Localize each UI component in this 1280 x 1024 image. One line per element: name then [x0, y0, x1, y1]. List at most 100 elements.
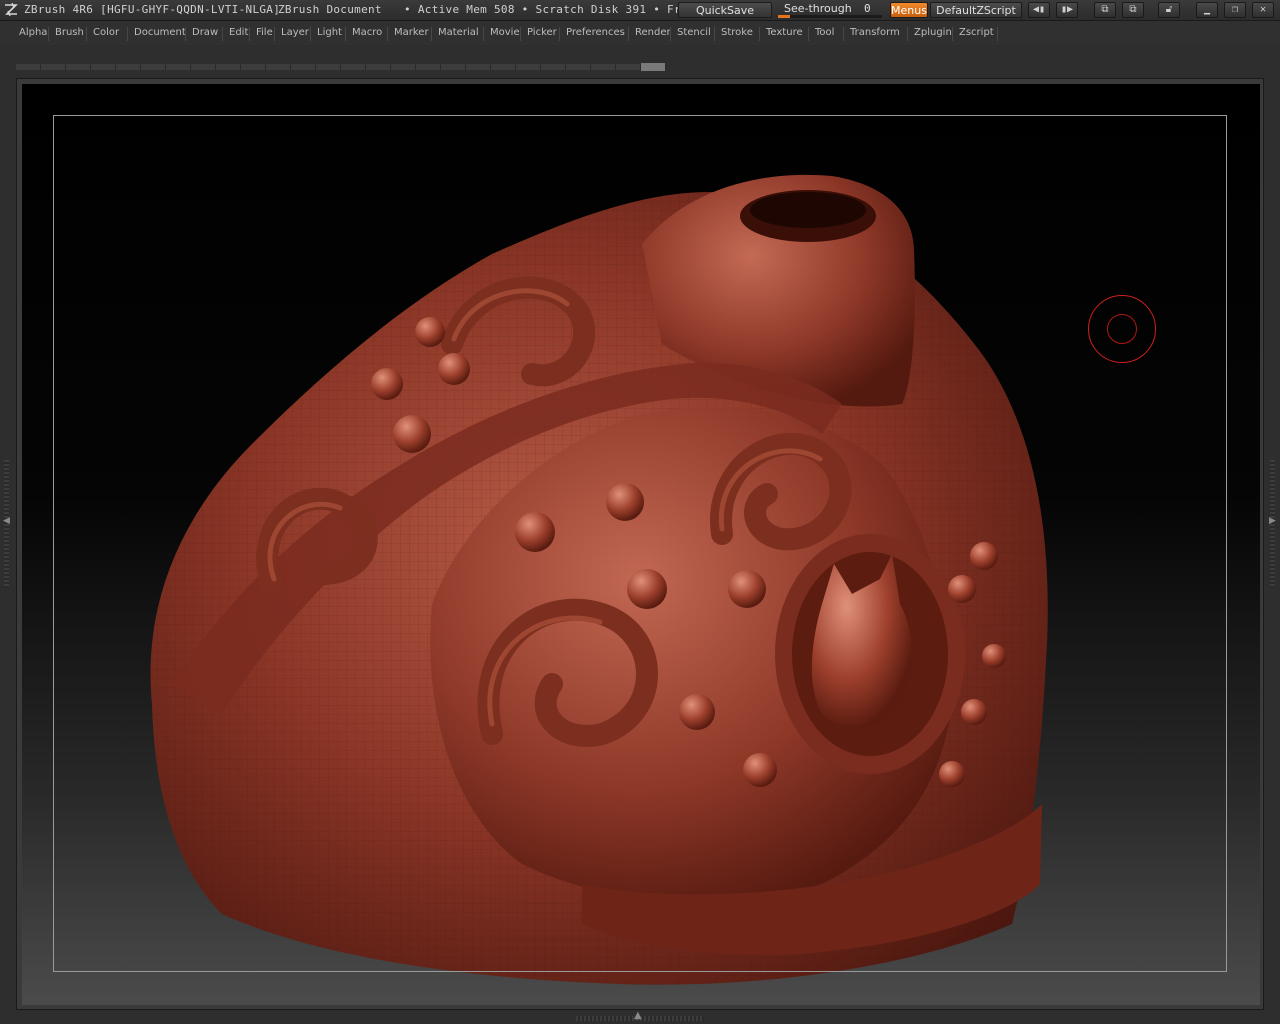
close-icon[interactable]: ✕	[1252, 2, 1274, 18]
menu-picker[interactable]: Picker	[524, 25, 560, 41]
menu-draw[interactable]: Draw	[189, 25, 221, 41]
stud	[371, 368, 403, 400]
top-shelf-strip[interactable]	[16, 62, 666, 72]
menu-bar: Alpha Brush Color Document Draw Edit Fil…	[0, 21, 1280, 45]
layout-large-icon[interactable]: ⧉	[1122, 2, 1144, 18]
draw-size-circle-icon	[1088, 295, 1156, 363]
menus-toggle-button[interactable]: Menus	[890, 2, 928, 18]
layout-small-icon[interactable]: ⧉	[1094, 2, 1116, 18]
menu-separator	[345, 27, 346, 41]
right-tray-handle[interactable]: ▶	[1268, 460, 1278, 588]
menu-separator	[222, 27, 223, 41]
menu-separator	[520, 27, 521, 41]
focal-shift-circle	[1107, 314, 1137, 344]
restore-icon[interactable]: ❐	[1224, 2, 1246, 18]
shelf-segment	[291, 64, 316, 70]
menu-color[interactable]: Color	[90, 25, 122, 41]
shelf-segment	[66, 64, 91, 70]
shelf-segment	[466, 64, 491, 70]
menu-macro[interactable]: Macro	[349, 25, 385, 41]
see-through-label: See-through	[784, 2, 852, 15]
title-bar: ZBrush 4R6 [HGFU-GHYF-QQDN-LVTI-NLGA] ZB…	[0, 0, 1280, 21]
menu-alpha[interactable]: Alpha	[16, 25, 50, 41]
menu-layer[interactable]: Layer	[278, 25, 312, 41]
shelf-segment	[191, 64, 216, 70]
shelf-segment	[216, 64, 241, 70]
shelf-segment	[316, 64, 341, 70]
shelf-segment	[116, 64, 141, 70]
menu-separator	[185, 27, 186, 41]
menu-separator	[907, 27, 908, 41]
menu-stencil[interactable]: Stencil	[674, 25, 714, 41]
document-title: ZBrush Document	[278, 3, 382, 16]
dock-right-icon[interactable]: ▮▶	[1056, 2, 1078, 18]
shelf-segment	[416, 64, 441, 70]
shelf-segment	[16, 64, 41, 70]
shelf-segment	[516, 64, 541, 70]
menu-separator	[952, 27, 953, 41]
stud	[982, 644, 1006, 668]
menu-marker[interactable]: Marker	[391, 25, 432, 41]
menu-separator	[274, 27, 275, 41]
menu-texture[interactable]: Texture	[763, 25, 806, 41]
menu-file[interactable]: File	[253, 25, 276, 41]
shelf-segment	[241, 64, 266, 70]
menu-movie[interactable]: Movie	[487, 25, 523, 41]
minimize-icon[interactable]: ▁	[1196, 2, 1218, 18]
default-zscript-button[interactable]: DefaultZScript	[930, 2, 1022, 18]
menu-material[interactable]: Material	[435, 25, 482, 41]
menu-separator	[387, 27, 388, 41]
menu-separator	[559, 27, 560, 41]
dock-left-icon[interactable]: ◀▮	[1028, 2, 1050, 18]
shelf-segment	[491, 64, 516, 70]
shelf-segment	[541, 64, 566, 70]
menu-brush[interactable]: Brush	[52, 25, 87, 41]
shelf-segment	[441, 64, 466, 70]
menu-render[interactable]: Render	[632, 25, 674, 41]
menu-preferences[interactable]: Preferences	[563, 25, 628, 41]
menu-light[interactable]: Light	[314, 25, 345, 41]
menu-zscript[interactable]: Zscript	[956, 25, 997, 41]
shelf-segment	[166, 64, 191, 70]
menu-separator	[127, 27, 128, 41]
menu-separator	[997, 27, 998, 41]
menu-transform[interactable]: Transform	[847, 25, 903, 41]
stud	[515, 512, 555, 552]
stud	[743, 753, 777, 787]
menu-separator	[670, 27, 671, 41]
expand-up-icon: ▲	[634, 1010, 642, 1021]
lock-icon[interactable]: 🔓︎	[1158, 2, 1180, 18]
shelf-scroll-knob[interactable]	[641, 63, 665, 71]
menu-separator	[48, 27, 49, 41]
zbrush-window: ZBrush 4R6 [HGFU-GHYF-QQDN-LVTI-NLGA] ZB…	[0, 0, 1280, 1024]
quicksave-button[interactable]: QuickSave	[678, 2, 772, 18]
shelf-segment	[341, 64, 366, 70]
stud	[393, 415, 431, 453]
shelf-segment	[41, 64, 66, 70]
shelf-segment	[391, 64, 416, 70]
app-title: ZBrush 4R6 [HGFU-GHYF-QQDN-LVTI-NLGA]	[24, 3, 281, 16]
left-tray-handle[interactable]: ◀	[2, 460, 12, 588]
menu-separator	[483, 27, 484, 41]
shelf-segment	[566, 64, 591, 70]
menu-separator	[431, 27, 432, 41]
bottom-tray-handle[interactable]: ▲	[576, 1010, 704, 1023]
menu-document[interactable]: Document	[131, 25, 189, 41]
memory-status: • Active Mem 508 • Scratch Disk 391 • Fr…	[404, 3, 695, 16]
see-through-slider[interactable]: See-through 0	[776, 0, 886, 20]
see-through-fill	[778, 15, 791, 18]
menu-stroke[interactable]: Stroke	[718, 25, 756, 41]
expand-right-icon: ▶	[1269, 516, 1276, 526]
menu-zplugin[interactable]: Zplugin	[911, 25, 955, 41]
spout-hole	[750, 192, 866, 228]
stud	[948, 575, 976, 603]
menu-edit[interactable]: Edit	[226, 25, 251, 41]
stud	[679, 694, 715, 730]
stud	[961, 699, 987, 725]
shelf-segment	[141, 64, 166, 70]
sculpt-model[interactable]	[22, 84, 1260, 1005]
see-through-track[interactable]	[778, 15, 882, 18]
menu-separator	[714, 27, 715, 41]
see-through-value: 0	[864, 2, 871, 15]
menu-tool[interactable]: Tool	[812, 25, 837, 41]
